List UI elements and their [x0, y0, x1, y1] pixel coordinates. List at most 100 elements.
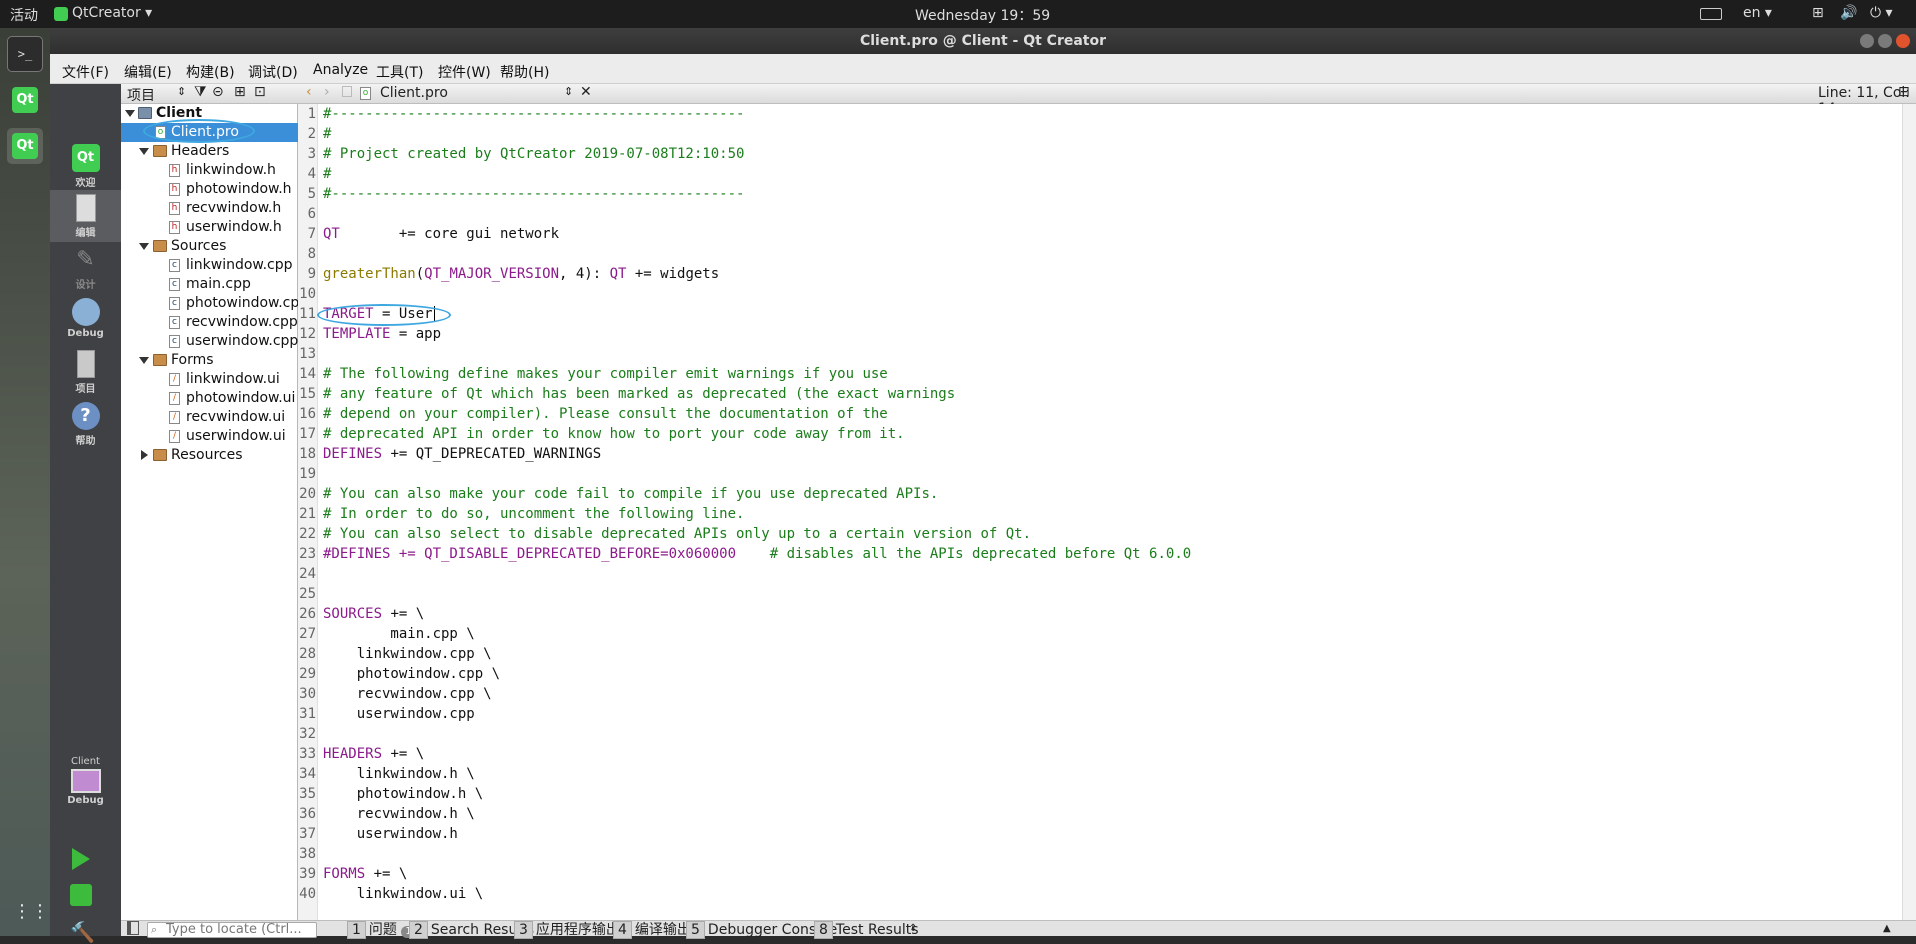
expand-arrow-icon[interactable] [125, 110, 135, 117]
editor-scrollbar[interactable] [1902, 104, 1916, 920]
split-editor-icon[interactable]: ⊟ [1898, 84, 1910, 100]
link-icon[interactable]: ⊝ [212, 84, 224, 100]
mode-projects[interactable]: 项目 [50, 346, 121, 398]
tree-item-headers[interactable]: Headers [121, 142, 298, 161]
network-icon[interactable]: ⊞ [1812, 5, 1824, 21]
minimize-button[interactable] [1860, 34, 1874, 48]
tree-item-resources[interactable]: Resources [121, 446, 298, 465]
tree-item-label: linkwindow.cpp [186, 257, 293, 273]
kit-selector[interactable]: Client Debug [50, 756, 121, 826]
tree-item-file[interactable]: c photowindow.cpp [121, 294, 298, 313]
tree-item-file[interactable]: h recvwindow.h [121, 199, 298, 218]
code-line: linkwindow.h \ [323, 766, 475, 782]
pane-number: 1 [347, 921, 366, 939]
tree-item-file[interactable]: h linkwindow.h [121, 161, 298, 180]
tree-item-file[interactable]: / userwindow.ui [121, 427, 298, 446]
close-document-icon[interactable]: ✕ [580, 84, 592, 100]
mode-help[interactable]: ? 帮助 [50, 398, 121, 450]
project-view-selector[interactable]: 项目 [127, 85, 155, 105]
line-number: 27 [299, 626, 316, 642]
line-number: 12 [299, 326, 316, 342]
maximize-pane-icon[interactable]: ▲ [1883, 921, 1891, 937]
tree-item-file[interactable]: / recvwindow.ui [121, 408, 298, 427]
editor-toolbar: ‹ › o Client.pro ⇕ ✕ Line: 11, Col: 14 ⊟ [298, 84, 1916, 117]
menu-build[interactable]: 构建(B) [186, 62, 235, 82]
clock[interactable]: Wednesday 19：59 [915, 5, 1050, 25]
dropdown-arrow-icon[interactable]: ⇕ [177, 85, 186, 98]
show-apps-icon[interactable]: ⋮⋮ [13, 900, 49, 924]
forward-icon[interactable]: › [324, 84, 330, 100]
line-number: 38 [299, 846, 316, 862]
build-hammer-icon[interactable]: 🔨 [70, 920, 95, 944]
expand-arrow-icon[interactable] [139, 357, 149, 364]
close-button[interactable] [1896, 34, 1910, 48]
tree-item-forms[interactable]: Forms [121, 351, 298, 370]
line-number: 31 [299, 706, 316, 722]
menu-edit[interactable]: 编辑(E) [124, 62, 172, 82]
collapse-arrow-icon[interactable] [141, 450, 148, 460]
terminal-icon[interactable]: >_ [7, 36, 43, 72]
volume-icon[interactable]: 🔊 [1840, 5, 1857, 21]
expand-arrow-icon[interactable] [139, 243, 149, 250]
tree-item-sources[interactable]: Sources [121, 237, 298, 256]
tree-item-file[interactable]: c userwindow.cpp [121, 332, 298, 351]
mode-edit[interactable]: 编辑 [50, 190, 121, 242]
tree-item-label: Forms [171, 352, 214, 368]
menu-help[interactable]: 帮助(H) [500, 62, 549, 82]
debug-run-icon[interactable] [70, 884, 92, 906]
toggle-sidebar-icon[interactable] [127, 921, 139, 935]
line-number: 34 [299, 766, 316, 782]
line-number: 1 [307, 106, 316, 122]
tree-item-file[interactable]: / linkwindow.ui [121, 370, 298, 389]
activities-button[interactable]: 活动 [10, 5, 38, 25]
dropdown-arrow-icon[interactable]: ⇕ [564, 85, 573, 98]
qt-creator-icon[interactable]: Qt [7, 128, 43, 164]
line-number-gutter: 1 2 3 4 5 6 7 8 9 10 11 12 13 14 15 16 17 18 19 20 21 22 23 24 2… [298, 104, 318, 920]
code-token: HEADERS [323, 746, 383, 762]
language-menu[interactable]: en ▾ [1743, 5, 1772, 21]
open-file-selector[interactable]: Client.pro [380, 85, 448, 101]
code-line: # [323, 166, 332, 182]
tree-item-label: recvwindow.cpp [186, 314, 298, 330]
maximize-button[interactable] [1878, 34, 1892, 48]
mode-welcome[interactable]: Qt 欢迎 [50, 140, 121, 192]
tree-item-label: photowindow.h [186, 181, 292, 197]
mode-design[interactable]: ✎ 设计 [50, 242, 121, 294]
menu-file[interactable]: 文件(F) [62, 62, 109, 82]
menu-debug[interactable]: 调试(D) [248, 62, 298, 82]
output-pane-app-output[interactable]: 3 应用程序输出 [514, 921, 620, 939]
close-pane-icon[interactable]: ⊡ [254, 84, 266, 100]
output-pane-tests[interactable]: 8 Test Results [814, 921, 919, 939]
run-icon[interactable] [72, 848, 90, 870]
app-menu[interactable]: QtCreator ▾ [72, 5, 152, 21]
expand-arrow-icon[interactable] [139, 148, 149, 155]
line-number: 16 [299, 406, 316, 422]
tree-item-label: linkwindow.h [186, 162, 276, 178]
tree-item-file[interactable]: h userwindow.h [121, 218, 298, 237]
tree-item-file[interactable]: c main.cpp [121, 275, 298, 294]
code-line: #---------------------------------------… [323, 186, 745, 202]
output-pane-issues[interactable]: 1问题 1 [347, 921, 416, 939]
qt-designer-icon[interactable]: Qt [7, 82, 43, 118]
menu-tools[interactable]: 工具(T) [376, 62, 423, 82]
tree-item-file[interactable]: c recvwindow.cpp [121, 313, 298, 332]
code-editor[interactable]: 1 2 3 4 5 6 7 8 9 10 11 12 13 14 15 16 17 18 19 20 21 22 23 24 2… [298, 104, 1916, 920]
back-icon[interactable]: ‹ [306, 84, 312, 100]
tree-item-file[interactable]: c linkwindow.cpp [121, 256, 298, 275]
output-pane-compile[interactable]: 4 编译输出 [613, 921, 691, 939]
more-panes-icon[interactable]: ⇕ [909, 921, 917, 937]
code-token: greaterThan [323, 266, 416, 282]
power-icon[interactable]: ⏻ ▾ [1870, 5, 1893, 21]
keyboard-icon[interactable] [1700, 8, 1722, 20]
menu-analyze[interactable]: Analyze [313, 62, 368, 78]
menu-widgets[interactable]: 控件(W) [438, 62, 491, 82]
line-number: 28 [299, 646, 316, 662]
mode-debug[interactable]: Debug [50, 294, 121, 346]
split-icon[interactable]: ⊞ [234, 84, 246, 100]
filter-icon[interactable]: ⧩ [194, 84, 207, 100]
pane-number: 3 [514, 921, 533, 939]
tree-item-file[interactable]: h photowindow.h [121, 180, 298, 199]
window-titlebar: Client.pro @ Client - Qt Creator [50, 28, 1916, 54]
code-line: HEADERS += \ [323, 744, 424, 764]
tree-item-file[interactable]: / photowindow.ui [121, 389, 298, 408]
